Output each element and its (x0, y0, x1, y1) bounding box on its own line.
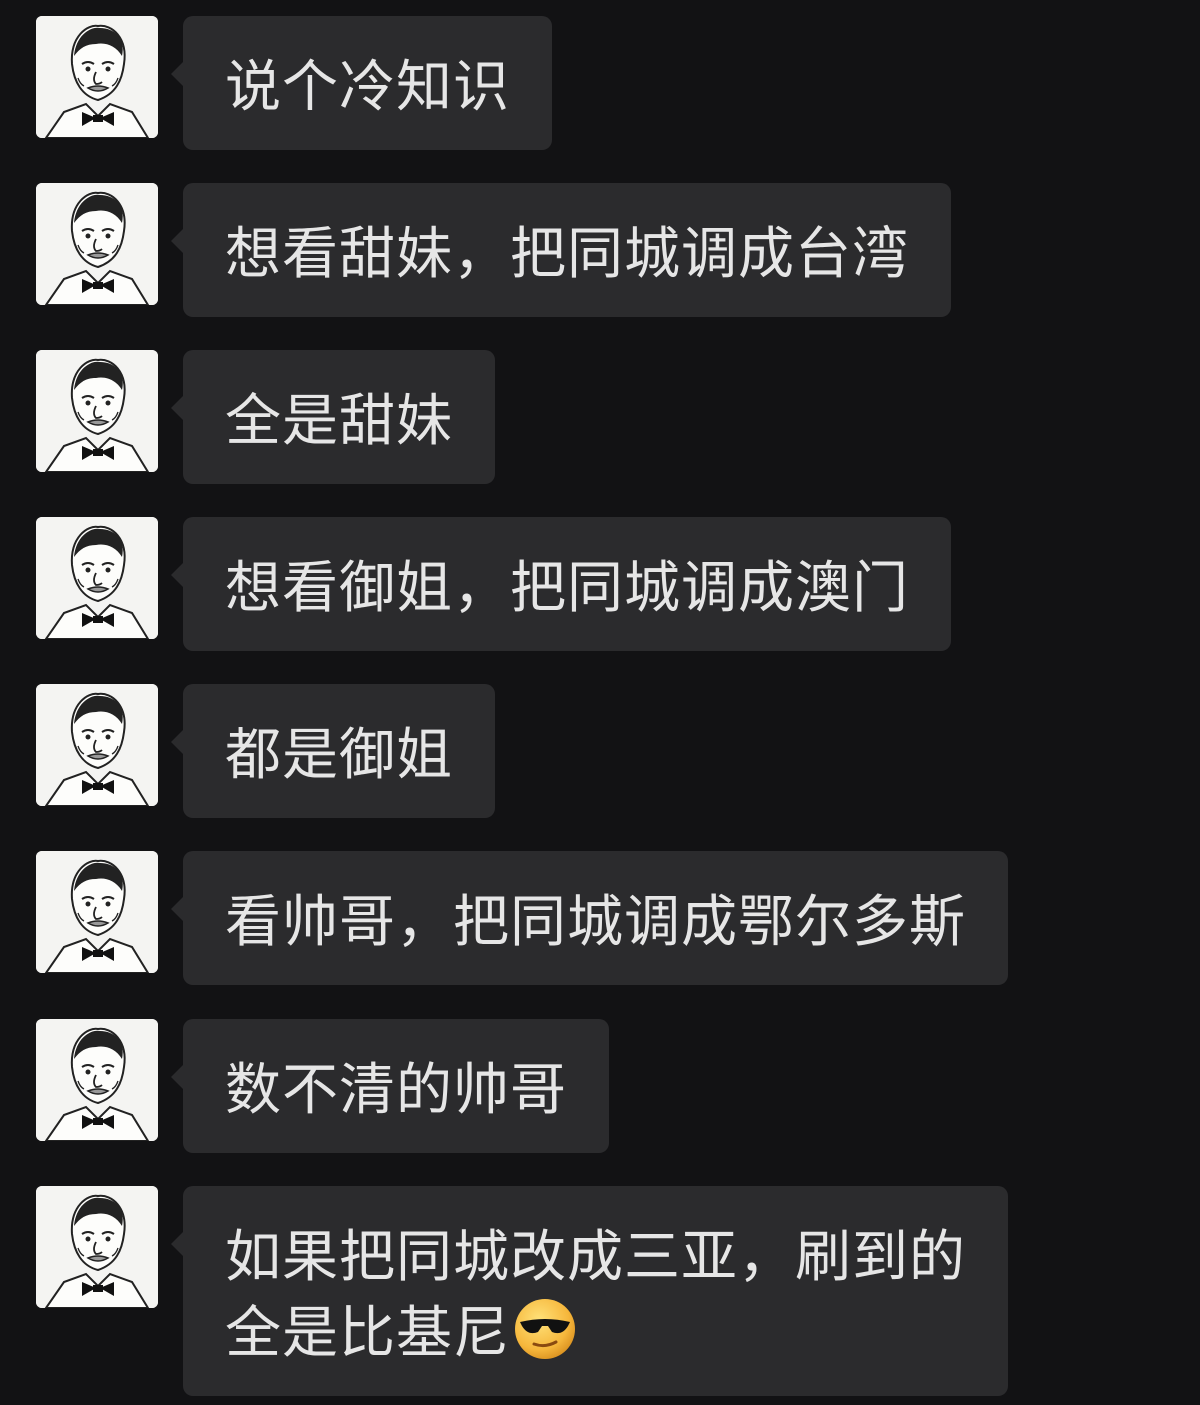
meme-face-icon (36, 350, 158, 472)
meme-face-icon (36, 1186, 158, 1308)
message-text: 想看甜妹，把同城调成台湾 (225, 222, 909, 287)
meme-face-icon (36, 183, 158, 305)
avatar[interactable] (36, 1019, 158, 1141)
message-text: 想看御姐，把同城调成澳门 (225, 556, 909, 621)
message-bubble[interactable]: 全是甜妹 (171, 350, 495, 484)
meme-face-icon (36, 684, 158, 806)
meme-face-icon (36, 517, 158, 639)
avatar[interactable] (36, 1186, 158, 1308)
avatar[interactable] (36, 16, 158, 138)
message-bubble[interactable]: 数不清的帅哥 (171, 1019, 609, 1153)
message-text: 都是御姐 (225, 723, 453, 788)
avatar[interactable] (36, 350, 158, 472)
meme-face-icon (36, 16, 158, 138)
avatar[interactable] (36, 183, 158, 305)
message-text: 全是甜妹 (225, 389, 453, 454)
message-text-line-2: 全是比基尼 (225, 1296, 966, 1372)
message-bubble[interactable]: 说个冷知识 (171, 16, 552, 150)
message-text: 说个冷知识 (225, 55, 510, 120)
message-bubble[interactable]: 都是御姐 (171, 684, 495, 818)
meme-face-icon (36, 1019, 158, 1141)
avatar[interactable] (36, 517, 158, 639)
meme-face-icon (36, 851, 158, 973)
avatar[interactable] (36, 851, 158, 973)
message-text: 全是比基尼 (225, 1301, 510, 1366)
message-text: 看帅哥，把同城调成鄂尔多斯 (225, 890, 966, 955)
message-text: 数不清的帅哥 (225, 1058, 567, 1123)
avatar[interactable] (36, 684, 158, 806)
message-bubble[interactable]: 想看甜妹，把同城调成台湾 (171, 183, 951, 317)
message-bubble[interactable]: 想看御姐，把同城调成澳门 (171, 517, 951, 651)
sunglasses-emoji-icon (512, 1296, 578, 1362)
message-bubble[interactable]: 如果把同城改成三亚，刷到的 全是比基尼 (171, 1186, 1008, 1396)
message-bubble[interactable]: 看帅哥，把同城调成鄂尔多斯 (171, 851, 1008, 985)
chat-thread: 说个冷知识 想看甜妹，把同城调成台湾 全是甜妹 想看御姐，把同城调成澳门 都是御… (0, 0, 1200, 1405)
message-text: 如果把同城改成三亚，刷到的 (225, 1225, 966, 1290)
